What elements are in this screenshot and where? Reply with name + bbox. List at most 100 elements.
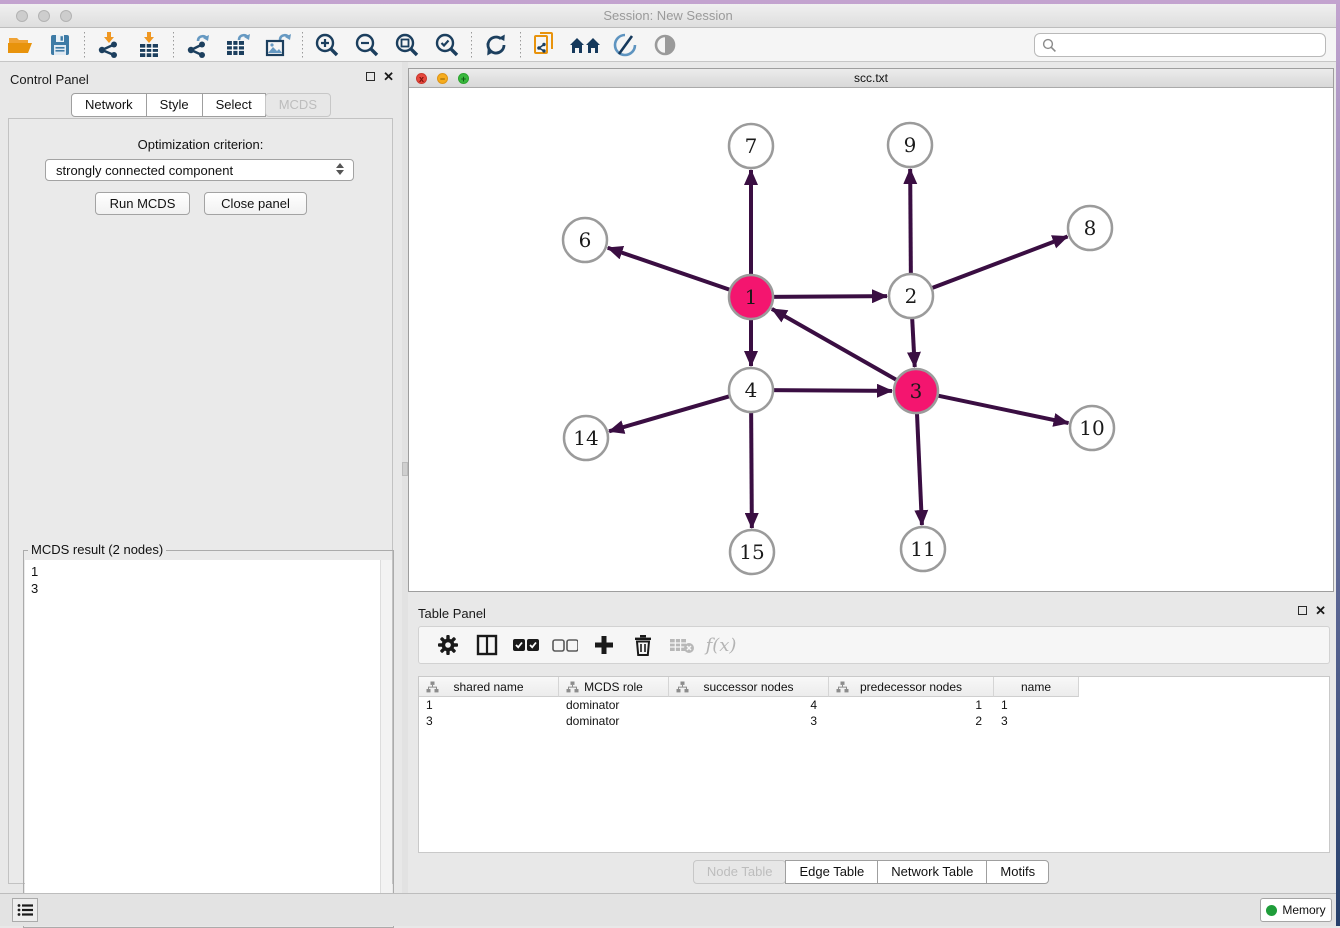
optimization-criterion-dropdown[interactable]: strongly connected component (45, 159, 354, 181)
application-window: Session: New Session (0, 0, 1340, 926)
function-builder-button[interactable]: f(x) (706, 630, 736, 660)
toolbar-separator (520, 32, 521, 58)
status-bar: Memory (0, 893, 1340, 926)
delete-table-button[interactable] (667, 630, 697, 660)
edge-3-1[interactable] (772, 309, 900, 382)
houses-icon (569, 33, 601, 57)
plus-icon (593, 634, 615, 656)
tab-network-table[interactable]: Network Table (877, 860, 987, 884)
import-network-button[interactable] (89, 30, 129, 60)
new-network-from-selection-button[interactable] (525, 30, 565, 60)
node-table[interactable]: shared nameMCDS role successor nodes prede… (418, 676, 1330, 853)
create-column-button[interactable] (589, 630, 619, 660)
column-header-MCDS-role[interactable]: MCDS role (559, 677, 669, 697)
columns-icon (476, 634, 498, 656)
deselect-all-button[interactable] (550, 630, 580, 660)
dropdown-arrows-icon (336, 163, 344, 175)
tab-select[interactable]: Select (202, 93, 266, 117)
tab-style[interactable]: Style (146, 93, 203, 117)
run-mcds-button[interactable]: Run MCDS (95, 192, 190, 215)
table-cell[interactable]: 4 (669, 697, 829, 713)
column-label: successor nodes (703, 680, 793, 694)
edge-2-3[interactable] (912, 315, 915, 367)
export-table-button[interactable] (218, 30, 258, 60)
graph-node-label-14: 14 (573, 426, 598, 450)
edge-2-9[interactable] (910, 169, 911, 277)
toggle-columns-button[interactable] (472, 630, 502, 660)
first-neighbors-button[interactable] (565, 30, 605, 60)
table-row[interactable]: 3dominator323 (419, 713, 1329, 729)
import-table-icon (136, 32, 162, 58)
edge-4-15[interactable] (751, 409, 752, 528)
details-slash-icon (612, 32, 638, 58)
tab-network[interactable]: Network (71, 93, 147, 117)
table-cell[interactable]: 1 (419, 697, 559, 713)
memory-status-icon (1266, 905, 1277, 916)
float-table-panel-icon[interactable] (1298, 606, 1307, 615)
table-cell[interactable]: 1 (829, 697, 994, 713)
tab-node-table[interactable]: Node Table (693, 860, 787, 884)
toolbar-separator (471, 32, 472, 58)
show-graphics-details-button[interactable] (605, 30, 645, 60)
show-panels-button[interactable] (12, 898, 38, 922)
edge-3-10[interactable] (935, 395, 1069, 423)
refresh-icon (483, 32, 509, 58)
table-cell[interactable]: 1 (994, 697, 1079, 713)
column-header-predecessor-nodes[interactable]: predecessor nodes (829, 677, 994, 697)
column-header-successor-nodes[interactable]: successor nodes (669, 677, 829, 697)
table-mode-button[interactable] (433, 630, 463, 660)
apply-layout-button[interactable] (476, 30, 516, 60)
table-body: 1dominator4113dominator323 (419, 697, 1329, 729)
zoom-out-button[interactable] (347, 30, 387, 60)
zoom-selected-icon (434, 32, 460, 58)
column-header-name[interactable]: name (994, 677, 1079, 697)
new-network-from-selection-icon (532, 32, 558, 58)
tab-mcds[interactable]: MCDS (265, 93, 331, 117)
search-field[interactable] (1034, 33, 1326, 57)
zoom-in-button[interactable] (307, 30, 347, 60)
mcds-result-text: 1 3 (25, 560, 380, 926)
import-table-button[interactable] (129, 30, 169, 60)
table-row[interactable]: 1dominator411 (419, 697, 1329, 713)
export-image-button[interactable] (258, 30, 298, 60)
tab-edge-table[interactable]: Edge Table (785, 860, 878, 884)
open-session-button[interactable] (0, 30, 40, 60)
edge-4-3[interactable] (770, 390, 892, 391)
toolbar-separator (302, 32, 303, 58)
main-toolbar (0, 28, 1336, 62)
toolbar-separator (84, 32, 85, 58)
export-network-button[interactable] (178, 30, 218, 60)
edge-4-14[interactable] (609, 395, 733, 431)
edge-2-8[interactable] (929, 237, 1068, 290)
close-table-panel-icon[interactable]: ✕ (1315, 605, 1326, 616)
close-panel-button[interactable]: Close panel (204, 192, 307, 215)
edge-1-6[interactable] (608, 248, 733, 291)
edge-3-11[interactable] (917, 410, 922, 525)
table-cell[interactable]: 3 (419, 713, 559, 729)
toggle-details-button[interactable] (645, 30, 685, 60)
table-cell[interactable]: 3 (994, 713, 1079, 729)
column-header-shared-name[interactable]: shared name (419, 677, 559, 697)
search-input[interactable] (1057, 35, 1325, 55)
graph-node-label-7: 7 (745, 134, 758, 158)
mcds-result-scrollbar[interactable] (380, 560, 392, 926)
table-toolbar: f(x) (418, 626, 1330, 664)
float-panel-icon[interactable] (366, 72, 375, 81)
close-panel-icon[interactable]: ✕ (383, 71, 394, 82)
edge-1-2[interactable] (770, 296, 887, 297)
delete-columns-button[interactable] (628, 630, 658, 660)
table-cell[interactable]: 3 (669, 713, 829, 729)
save-session-button[interactable] (40, 30, 80, 60)
table-cell[interactable]: 2 (829, 713, 994, 729)
network-canvas[interactable]: 7968124314101511 (409, 88, 1333, 591)
tab-motifs[interactable]: Motifs (986, 860, 1049, 884)
zoom-fit-button[interactable] (387, 30, 427, 60)
table-cell[interactable]: dominator (559, 697, 669, 713)
graph-node-label-2: 2 (905, 284, 918, 308)
zoom-selected-button[interactable] (427, 30, 467, 60)
memory-button[interactable]: Memory (1260, 898, 1332, 922)
select-all-button[interactable] (511, 630, 541, 660)
table-cell[interactable]: dominator (559, 713, 669, 729)
export-image-icon (265, 32, 292, 58)
zoom-in-icon (314, 32, 340, 58)
